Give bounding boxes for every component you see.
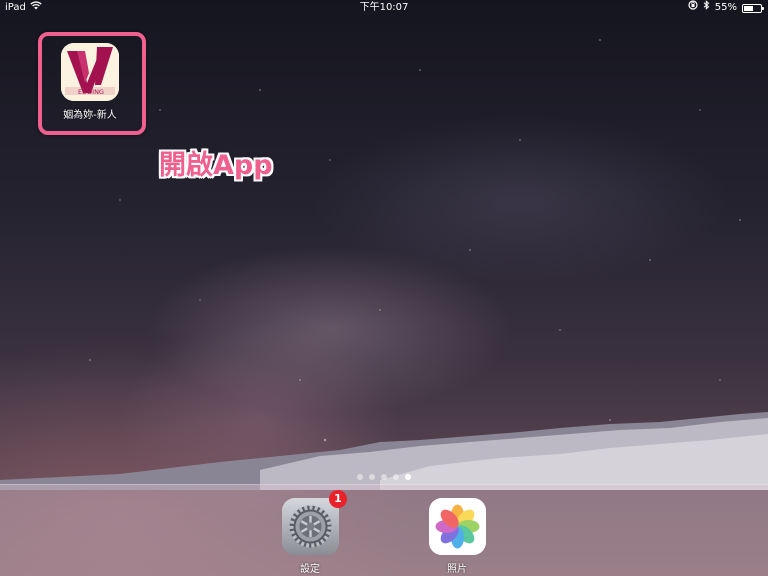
instruction-callout: 開啟App bbox=[159, 150, 273, 181]
status-right: 55% bbox=[688, 0, 764, 16]
page-dot[interactable] bbox=[369, 474, 375, 480]
battery-icon bbox=[742, 3, 764, 13]
page-dot[interactable] bbox=[393, 474, 399, 480]
status-bar: iPad 下午10:07 55% bbox=[0, 0, 768, 16]
app-label-settings: 設定 bbox=[300, 564, 320, 575]
app-icon-photos[interactable] bbox=[429, 498, 486, 555]
notification-badge: 1 bbox=[329, 490, 347, 508]
page-indicator[interactable] bbox=[0, 474, 768, 480]
battery-level bbox=[744, 5, 753, 11]
app-label-photos: 照片 bbox=[447, 564, 467, 575]
status-time: 下午10:07 bbox=[359, 2, 409, 13]
battery-percent: 55% bbox=[714, 2, 737, 13]
app-icon-wedding[interactable]: EDDING bbox=[61, 43, 119, 101]
wedding-logo-text: EDDING bbox=[78, 88, 104, 96]
app-label-wedding: 姻為妳-新人 bbox=[63, 110, 117, 121]
photos-flower-icon bbox=[429, 498, 486, 555]
settings-gear-icon bbox=[282, 498, 339, 555]
orientation-lock-icon bbox=[688, 0, 698, 16]
app-icon-settings[interactable]: 1 bbox=[282, 490, 347, 555]
bluetooth-icon bbox=[703, 0, 710, 16]
dock bbox=[0, 484, 768, 576]
page-dot[interactable] bbox=[405, 474, 411, 480]
page-dot[interactable] bbox=[381, 474, 387, 480]
wedding-app-icon: EDDING bbox=[61, 43, 119, 101]
page-dot[interactable] bbox=[357, 474, 363, 480]
home-screen: iPad 下午10:07 55% EDDING 姻為妳-新人 開啟App 1 設… bbox=[0, 0, 768, 576]
